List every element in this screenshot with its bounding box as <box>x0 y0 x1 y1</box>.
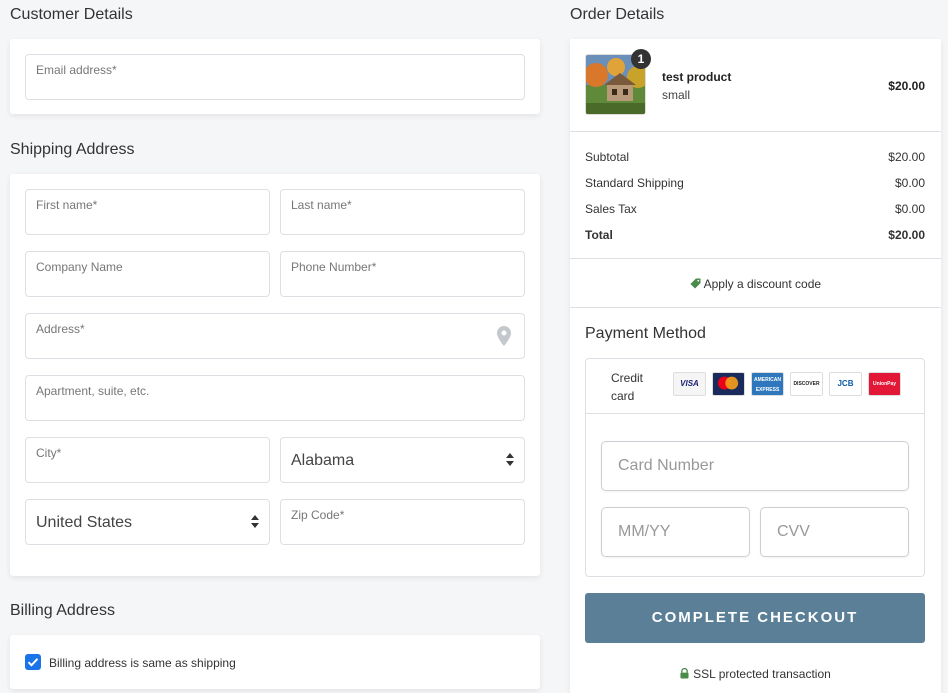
same-as-shipping-checkbox[interactable] <box>25 654 41 670</box>
summary-value: $20.00 <box>888 150 925 164</box>
payment-box: Credit card VISA AMERICAN EXPRESS DISCOV… <box>585 358 925 577</box>
payment-method-title: Payment Method <box>585 325 706 342</box>
order-details-panel: 1 test product small $20.00 Subtotal $20… <box>570 39 941 693</box>
discount-link[interactable]: Apply a discount code <box>570 277 941 291</box>
ssl-notice: SSL protected transaction <box>570 667 941 681</box>
summary-row-subtotal: Subtotal $20.00 <box>585 150 925 164</box>
lock-icon <box>680 667 689 679</box>
unionpay-icon: UnionPay <box>868 372 901 396</box>
billing-address-card: Billing address is same as shipping <box>10 635 540 689</box>
card-number-field[interactable]: Card Number <box>601 441 909 491</box>
expiry-field[interactable]: MM/YY <box>601 507 750 557</box>
summary-value: $0.00 <box>894 202 925 216</box>
product-price: $20.00 <box>888 79 925 93</box>
apartment-label: Apartment, suite, etc. <box>36 384 150 398</box>
shipping-address-card: First name* Last name* Company Name Phon… <box>10 174 540 576</box>
email-label: Email address* <box>36 63 117 77</box>
apartment-field[interactable]: Apartment, suite, etc. <box>25 375 525 421</box>
select-caret-icon <box>506 453 514 467</box>
cvv-field[interactable]: CVV <box>760 507 909 557</box>
ssl-text: SSL protected transaction <box>693 667 831 681</box>
location-pin-icon <box>497 326 511 346</box>
summary-label: Total <box>585 228 613 242</box>
cvv-placeholder: CVV <box>777 523 810 540</box>
divider <box>570 131 941 132</box>
same-as-shipping-label: Billing address is same as shipping <box>49 656 236 670</box>
country-value: United States <box>36 514 133 531</box>
credit-card-label: Credit <box>611 371 644 385</box>
summary-value: $0.00 <box>894 176 925 190</box>
phone-number-field[interactable]: Phone Number* <box>280 251 525 297</box>
divider <box>586 413 924 414</box>
zip-code-label: Zip Code* <box>291 508 345 522</box>
country-select[interactable]: United States <box>25 499 270 545</box>
summary-label: Subtotal <box>585 150 630 164</box>
zip-code-field[interactable]: Zip Code* <box>280 499 525 545</box>
summary-row-total: Total $20.00 <box>585 228 925 242</box>
summary-label: Sales Tax <box>585 202 637 216</box>
address-field[interactable]: Address* <box>25 313 525 359</box>
shipping-address-title: Shipping Address <box>10 141 135 158</box>
checkmark-icon <box>27 658 39 667</box>
tag-icon <box>690 278 701 289</box>
jcb-icon: JCB <box>829 372 862 396</box>
city-label: City* <box>36 446 62 460</box>
first-name-label: First name* <box>36 198 98 212</box>
expiry-placeholder: MM/YY <box>618 523 671 540</box>
quantity-badge: 1 <box>631 49 651 69</box>
order-details-title: Order Details <box>570 6 665 23</box>
first-name-field[interactable]: First name* <box>25 189 270 235</box>
discount-link-label: Apply a discount code <box>703 277 822 291</box>
summary-label: Standard Shipping <box>585 176 684 190</box>
mastercard-icon <box>712 372 745 396</box>
mastercard-circles-icon <box>717 376 739 390</box>
divider <box>570 258 941 259</box>
city-field[interactable]: City* <box>25 437 270 483</box>
select-caret-icon <box>251 515 259 529</box>
summary-row-tax: Sales Tax $0.00 <box>585 202 925 216</box>
address-label: Address* <box>36 322 85 336</box>
company-name-label: Company Name <box>36 260 123 274</box>
summary-row-shipping: Standard Shipping $0.00 <box>585 176 925 190</box>
last-name-field[interactable]: Last name* <box>280 189 525 235</box>
summary-value: $20.00 <box>888 228 925 242</box>
product-variant: small <box>662 88 691 102</box>
complete-checkout-button[interactable]: COMPLETE CHECKOUT <box>585 593 925 643</box>
company-name-field[interactable]: Company Name <box>25 251 270 297</box>
state-select[interactable]: Alabama <box>280 437 525 483</box>
discover-icon: DISCOVER <box>790 372 823 396</box>
credit-card-option[interactable]: Credit card <box>611 369 643 405</box>
credit-card-label: card <box>611 389 635 403</box>
email-field[interactable]: Email address* <box>25 54 525 100</box>
amex-icon: AMERICAN EXPRESS <box>751 372 784 396</box>
customer-details-title: Customer Details <box>10 6 133 23</box>
product-name: test product <box>662 70 732 84</box>
customer-details-card: Email address* <box>10 39 540 114</box>
card-number-placeholder: Card Number <box>618 457 715 474</box>
state-value: Alabama <box>291 452 355 469</box>
visa-icon: VISA <box>673 372 706 396</box>
phone-number-label: Phone Number* <box>291 260 377 274</box>
last-name-label: Last name* <box>291 198 352 212</box>
divider <box>570 307 941 308</box>
billing-address-title: Billing Address <box>10 602 115 619</box>
